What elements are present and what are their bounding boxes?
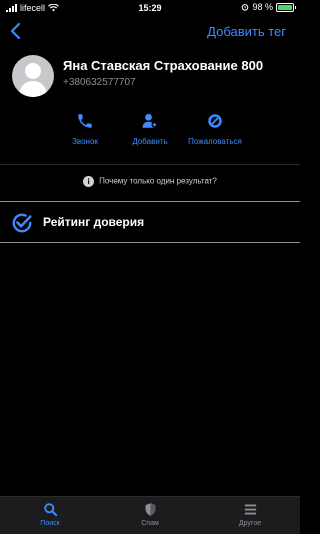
tab-other-label: Другое [238, 520, 262, 527]
call-label: Звонок [72, 137, 98, 146]
tab-bar: Поиск Спам Другое [0, 496, 300, 534]
person-placeholder-icon [18, 63, 48, 97]
tab-spam[interactable]: Спам [110, 502, 190, 527]
contact-name: Яна Ставская Страхование 800 [63, 58, 264, 73]
tab-search-label: Поиск [40, 520, 60, 527]
report-label: Пожаловаться [188, 137, 242, 146]
battery-icon [276, 2, 296, 12]
tab-search[interactable]: Поиск [10, 502, 90, 527]
tab-spam-label: Спам [141, 520, 159, 527]
trust-rating-section[interactable]: Рейтинг доверия [0, 201, 300, 243]
trust-rating-title: Рейтинг доверия [43, 215, 145, 229]
phone-icon [78, 114, 92, 128]
status-right: 98 % [241, 2, 296, 12]
why-one-result-text: Почему только один результат? [99, 176, 217, 186]
avatar [12, 55, 54, 97]
search-icon [43, 503, 57, 517]
block-icon [208, 114, 222, 128]
verified-check-icon [12, 213, 32, 233]
nav-bar: Добавить тег [0, 16, 300, 46]
add-contact-label: Добавить [132, 137, 168, 146]
shield-icon [145, 503, 155, 516]
add-contact-icon [142, 113, 158, 128]
action-row: Звонок Добавить Пожаловаться [0, 112, 300, 152]
contact-phone: +380632577707 [63, 77, 136, 88]
report-button[interactable]: Пожаловаться [180, 112, 250, 146]
why-one-result-link[interactable]: i Почему только один результат? [0, 176, 300, 190]
status-bar: lifecell 15:29 98 % [0, 0, 300, 16]
add-tag-button[interactable]: Добавить тег [207, 24, 286, 39]
alarm-icon [242, 4, 249, 11]
battery-percent: 98 % [252, 2, 273, 12]
call-button[interactable]: Звонок [50, 112, 120, 146]
menu-icon [244, 504, 256, 515]
battery-fill [278, 4, 292, 10]
add-contact-button[interactable]: Добавить [115, 112, 185, 146]
tab-other[interactable]: Другое [210, 502, 290, 527]
divider [0, 164, 300, 165]
info-icon: i [83, 176, 95, 187]
back-chevron-icon[interactable] [8, 21, 24, 41]
